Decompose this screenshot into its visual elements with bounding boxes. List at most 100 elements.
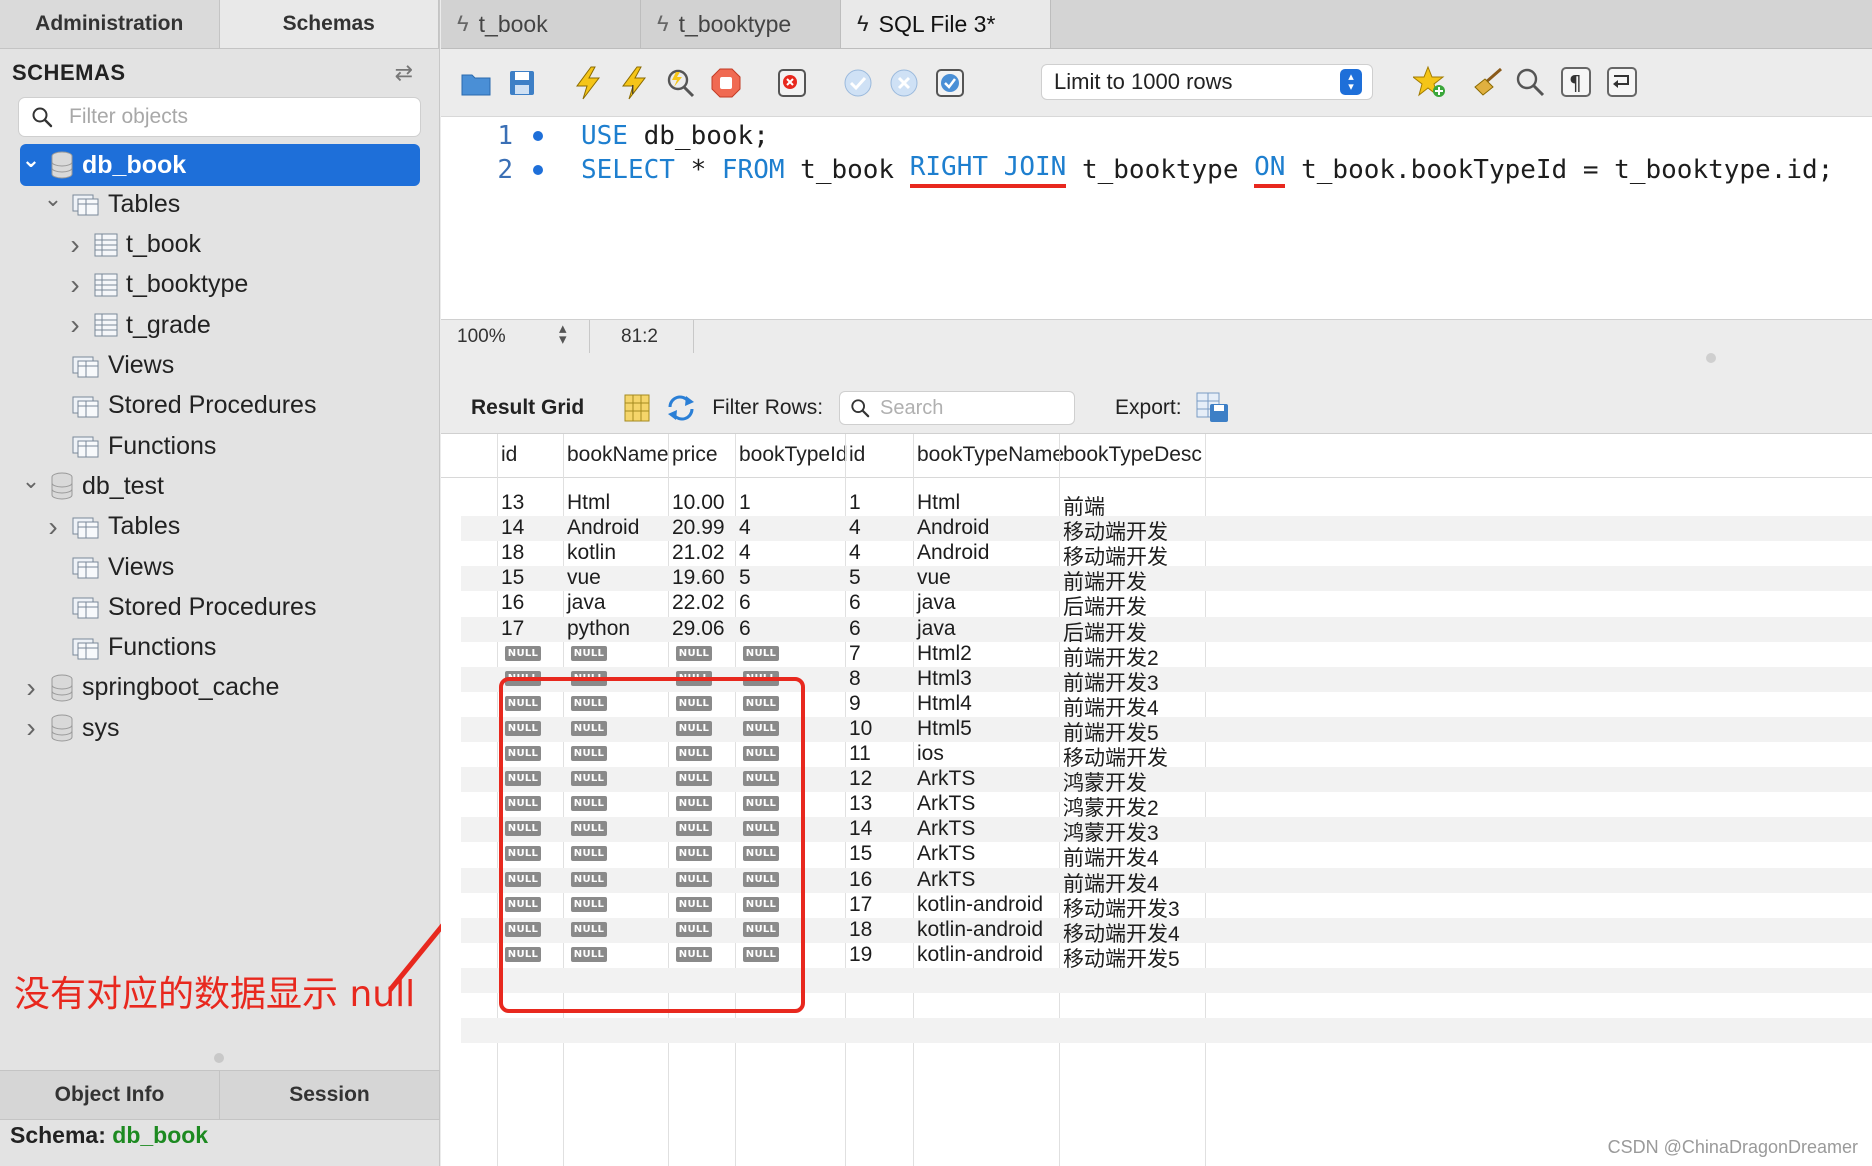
table-cell[interactable]: 6 (849, 591, 861, 615)
column-header-bookname[interactable]: bookName (567, 443, 669, 467)
table-cell[interactable]: 20.99 (672, 516, 725, 540)
table-cell[interactable]: Android (917, 541, 989, 565)
execute-current-icon[interactable]: I (615, 64, 653, 102)
table-cell[interactable]: kotlin-android (917, 893, 1043, 917)
table-cell[interactable]: 1 (739, 491, 751, 515)
table-cell[interactable]: 5 (739, 566, 751, 590)
autocommit-icon[interactable] (931, 64, 969, 102)
table-cell[interactable]: kotlin-android (917, 918, 1043, 942)
table-cell[interactable]: 16 (501, 591, 524, 615)
chevron-right-icon[interactable]: › (20, 712, 42, 744)
table-cell[interactable]: 12 (849, 767, 872, 791)
open-folder-icon[interactable] (457, 64, 495, 102)
chevron-down-icon[interactable]: ⌄ (42, 186, 64, 212)
table-cell[interactable]: 15 (849, 842, 872, 866)
tree-item-sys[interactable]: › sys (20, 704, 119, 752)
table-cell[interactable]: Html (567, 491, 610, 515)
chevron-right-icon[interactable]: › (20, 672, 42, 704)
table-cell[interactable]: 18 (849, 918, 872, 942)
tab-object-info[interactable]: Object Info (0, 1071, 220, 1119)
table-cell[interactable]: 7 (849, 642, 861, 666)
table-cell[interactable]: 29.06 (672, 617, 725, 641)
chevron-right-icon[interactable]: › (64, 269, 86, 301)
invisible-chars-icon[interactable]: ¶ (1557, 63, 1595, 101)
table-cell[interactable]: python (567, 617, 630, 641)
tab-t-booktype[interactable]: ϟ t_booktype (641, 0, 841, 48)
filter-objects-input[interactable] (69, 105, 369, 129)
table-cell[interactable]: 10.00 (672, 491, 725, 515)
table-cell[interactable]: ArkTS (917, 767, 975, 791)
table-cell[interactable]: 14 (849, 817, 872, 841)
table-cell[interactable]: ArkTS (917, 817, 975, 841)
table-cell[interactable]: ArkTS (917, 842, 975, 866)
table-row[interactable]: NULL NULL NULL NULL 7 Html2 前端开发2 (461, 642, 1872, 670)
zoom-stepper-icon[interactable]: ▴ ▾ (559, 321, 567, 347)
table-row[interactable]: 16 java 22.02 6 6 java 后端开发 (461, 591, 1872, 619)
column-header-id[interactable]: id (501, 443, 517, 467)
table-cell[interactable]: 13 (849, 792, 872, 816)
table-cell[interactable]: 8 (849, 667, 861, 691)
chevron-right-icon[interactable]: › (64, 229, 86, 261)
execute-icon[interactable] (569, 64, 607, 102)
column-header-booktypeid[interactable]: bookTypeId (739, 443, 848, 467)
table-cell[interactable]: 17 (849, 893, 872, 917)
tab-session[interactable]: Session (220, 1071, 440, 1119)
table-cell[interactable]: 19.60 (672, 566, 725, 590)
zoom-level[interactable]: 100% (457, 326, 506, 348)
table-row[interactable]: 18 kotlin 21.02 4 4 Android 移动端开发 (461, 541, 1872, 569)
table-cell[interactable]: 14 (501, 516, 524, 540)
table-cell[interactable]: 18 (501, 541, 524, 565)
table-row[interactable]: 13 Html 10.00 1 1 Html 前端 (461, 491, 1872, 519)
table-cell[interactable]: ios (917, 742, 944, 766)
table-cell[interactable]: vue (917, 566, 951, 590)
refresh-results-icon[interactable] (666, 395, 696, 421)
stop-icon[interactable] (707, 64, 745, 102)
table-cell[interactable]: Android (917, 516, 989, 540)
rollback-icon[interactable] (885, 64, 923, 102)
table-cell[interactable]: 21.02 (672, 541, 725, 565)
table-cell[interactable]: 4 (849, 541, 861, 565)
table-cell[interactable]: 17 (501, 617, 524, 641)
beautify-broom-icon[interactable] (1469, 63, 1507, 101)
export-icon[interactable] (1196, 392, 1230, 424)
column-header-id[interactable]: id (849, 443, 865, 467)
table-cell[interactable]: 4 (739, 541, 751, 565)
table-cell[interactable]: java (917, 591, 956, 615)
table-cell[interactable]: 15 (501, 566, 524, 590)
tab-administration[interactable]: Administration (0, 0, 220, 48)
table-cell[interactable]: Html2 (917, 642, 972, 666)
chevron-right-icon[interactable]: › (64, 309, 86, 341)
table-cell[interactable]: java (917, 617, 956, 641)
table-row[interactable]: 15 vue 19.60 5 5 vue 前端开发 (461, 566, 1872, 594)
tab-sql-file[interactable]: ϟ SQL File 3* (841, 0, 1051, 48)
table-cell[interactable]: Android (567, 516, 639, 540)
table-cell[interactable]: 4 (849, 516, 861, 540)
filter-rows-input[interactable] (880, 396, 1051, 420)
table-cell[interactable]: 6 (739, 617, 751, 641)
table-cell[interactable]: ArkTS (917, 792, 975, 816)
wrap-lines-icon[interactable] (1603, 63, 1641, 101)
commit-icon[interactable] (839, 64, 877, 102)
table-cell[interactable]: 9 (849, 692, 861, 716)
column-header-booktypedesc[interactable]: bookTypeDesc (1063, 443, 1202, 467)
table-cell[interactable]: 6 (739, 591, 751, 615)
find-replace-icon[interactable] (1511, 63, 1549, 101)
explain-icon[interactable] (661, 64, 699, 102)
table-row[interactable]: 17 python 29.06 6 6 java 后端开发 (461, 616, 1872, 645)
column-header-price[interactable]: price (672, 443, 718, 467)
split-handle[interactable] (1706, 353, 1716, 363)
table-cell[interactable]: Html (917, 491, 960, 515)
tab-schemas[interactable]: Schemas (219, 0, 439, 48)
table-cell[interactable]: kotlin (567, 541, 616, 565)
table-cell[interactable]: 5 (849, 566, 861, 590)
table-cell[interactable]: 22.02 (672, 591, 725, 615)
table-cell[interactable]: 1 (849, 491, 861, 515)
table-cell[interactable]: Html4 (917, 692, 972, 716)
table-cell[interactable]: ArkTS (917, 868, 975, 892)
column-header-booktypename[interactable]: bookTypeName (917, 443, 1064, 467)
table-cell[interactable]: 13 (501, 491, 524, 515)
table-cell[interactable]: Html5 (917, 717, 972, 741)
table-cell[interactable]: 10 (849, 717, 872, 741)
table-cell[interactable]: 6 (849, 617, 861, 641)
toggle-error-icon[interactable] (773, 64, 811, 102)
